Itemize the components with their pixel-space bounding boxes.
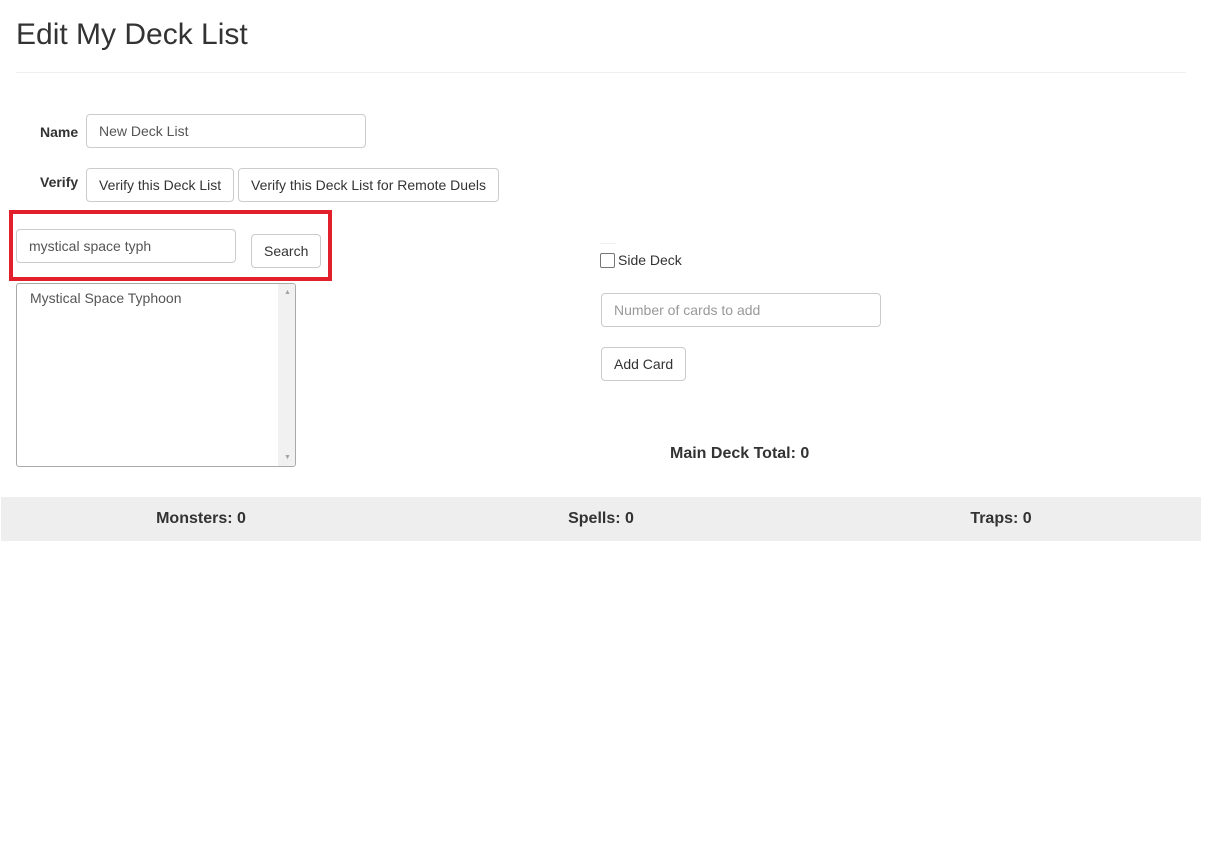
add-card-button[interactable]: Add Card — [601, 347, 686, 381]
title-divider — [16, 72, 1186, 73]
deck-stats-bar: Monsters: 0 Spells: 0 Traps: 0 — [1, 497, 1201, 541]
name-label: Name — [40, 124, 79, 140]
side-deck-checkbox[interactable] — [600, 252, 615, 268]
monsters-count: Monsters: 0 — [156, 510, 246, 527]
divider — [600, 243, 616, 244]
side-deck-toggle[interactable]: Side Deck — [600, 252, 682, 268]
scroll-up-arrow-icon[interactable]: ▲ — [279, 284, 295, 301]
verify-label: Verify — [40, 174, 79, 190]
verify-deck-button[interactable]: Verify this Deck List — [86, 168, 234, 202]
side-deck-label: Side Deck — [618, 252, 682, 268]
deck-name-input[interactable] — [86, 114, 366, 148]
search-button[interactable]: Search — [251, 234, 321, 268]
scroll-down-arrow-icon[interactable]: ▼ — [279, 449, 295, 466]
card-search-input[interactable] — [16, 229, 236, 263]
main-deck-total: Main Deck Total: 0 — [670, 445, 810, 462]
list-item[interactable]: Mystical Space Typhoon — [30, 290, 182, 306]
search-results-list[interactable]: Mystical Space Typhoon ▲ ▼ — [16, 283, 296, 467]
page-title: Edit My Deck List — [16, 18, 248, 51]
spells-count: Spells: 0 — [568, 510, 634, 527]
card-count-input[interactable] — [601, 293, 881, 327]
verify-remote-duels-button[interactable]: Verify this Deck List for Remote Duels — [238, 168, 499, 202]
traps-count: Traps: 0 — [970, 510, 1032, 527]
results-scrollbar[interactable]: ▲ ▼ — [278, 284, 295, 466]
